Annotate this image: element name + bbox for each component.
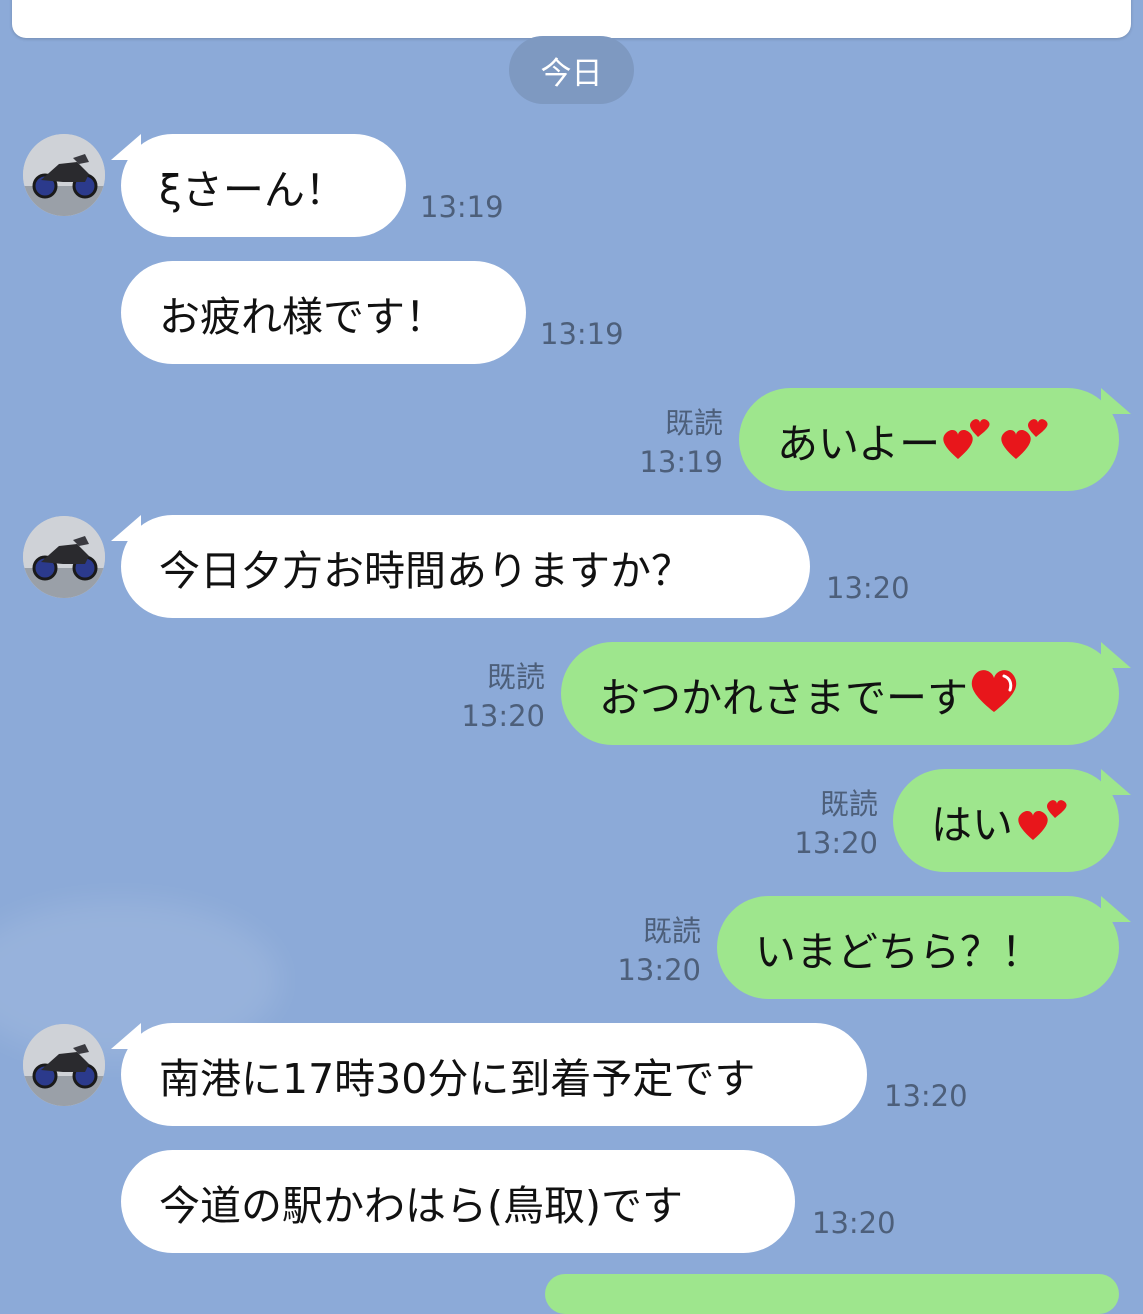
message-text: あいよー — [777, 419, 941, 468]
message-meta: 既読 13:20 — [794, 785, 878, 863]
contact-avatar[interactable] — [23, 516, 105, 598]
message-time: 13:19 — [540, 317, 624, 351]
outgoing-message-bubble[interactable]: はい — [893, 769, 1131, 872]
read-receipt: 既読 — [819, 787, 878, 821]
incoming-message-bubble[interactable]: 今日夕方お時間ありますか？ — [111, 515, 810, 618]
contact-avatar[interactable] — [23, 1024, 105, 1106]
message-text: 南港に17時30分に到着予定です — [159, 1054, 756, 1103]
read-receipt: 既読 — [664, 406, 723, 440]
outgoing-message-bubble[interactable]: おつかれさまでーす — [561, 642, 1131, 745]
message-time: 13:20 — [617, 953, 701, 987]
incoming-message-bubble[interactable]: 今道の駅かわはら(鳥取)です — [121, 1150, 795, 1253]
message-text: おつかれさまでーす — [599, 673, 968, 722]
message-time: 13:20 — [884, 1079, 968, 1113]
message-time: 13:20 — [794, 826, 878, 860]
incoming-message-bubble[interactable]: ξさーん！ — [111, 134, 406, 237]
bubble-tail — [111, 515, 141, 541]
bubble-tail — [1101, 896, 1131, 922]
incoming-message-bubble[interactable]: 南港に17時30分に到着予定です — [111, 1023, 867, 1126]
message-text: 今道の駅かわはら(鳥取)です — [159, 1181, 683, 1230]
message-text: はい — [931, 800, 1013, 849]
two-hearts-icon — [940, 407, 1050, 473]
message-meta: 既読 13:19 — [639, 404, 723, 482]
read-receipt: 既読 — [642, 914, 701, 948]
bubble-tail — [1101, 769, 1131, 795]
message-text: お疲れ様です！ — [159, 292, 446, 341]
message-meta: 既読 13:20 — [461, 658, 545, 736]
bubble-tail — [111, 134, 141, 160]
bubble-tail — [111, 1023, 141, 1049]
incoming-message-bubble[interactable]: お疲れ様です！ — [121, 261, 526, 364]
message-text: いまどちら？！ — [755, 927, 1042, 976]
message-time: 13:19 — [639, 445, 723, 479]
message-time: 13:19 — [420, 190, 504, 224]
top-input-card[interactable] — [12, 0, 1131, 38]
heart-icon — [968, 664, 1020, 724]
message-time: 13:20 — [812, 1206, 896, 1240]
message-text: ξさーん！ — [159, 165, 346, 214]
message-time: 13:20 — [826, 571, 910, 605]
outgoing-message-bubble[interactable]: あいよー — [739, 388, 1131, 491]
date-separator: 今日 — [509, 36, 634, 104]
contact-avatar[interactable] — [23, 134, 105, 216]
message-text: 今日夕方お時間ありますか？ — [159, 546, 692, 595]
outgoing-message-bubble[interactable]: いまどちら？！ — [717, 896, 1131, 999]
outgoing-message-bubble-partial[interactable] — [545, 1274, 1119, 1314]
message-meta: 既読 13:20 — [617, 912, 701, 990]
bubble-tail — [1101, 642, 1131, 668]
message-time: 13:20 — [461, 699, 545, 733]
two-hearts-icon — [1013, 788, 1069, 854]
read-receipt: 既読 — [486, 660, 545, 694]
bubble-tail — [1101, 388, 1131, 414]
